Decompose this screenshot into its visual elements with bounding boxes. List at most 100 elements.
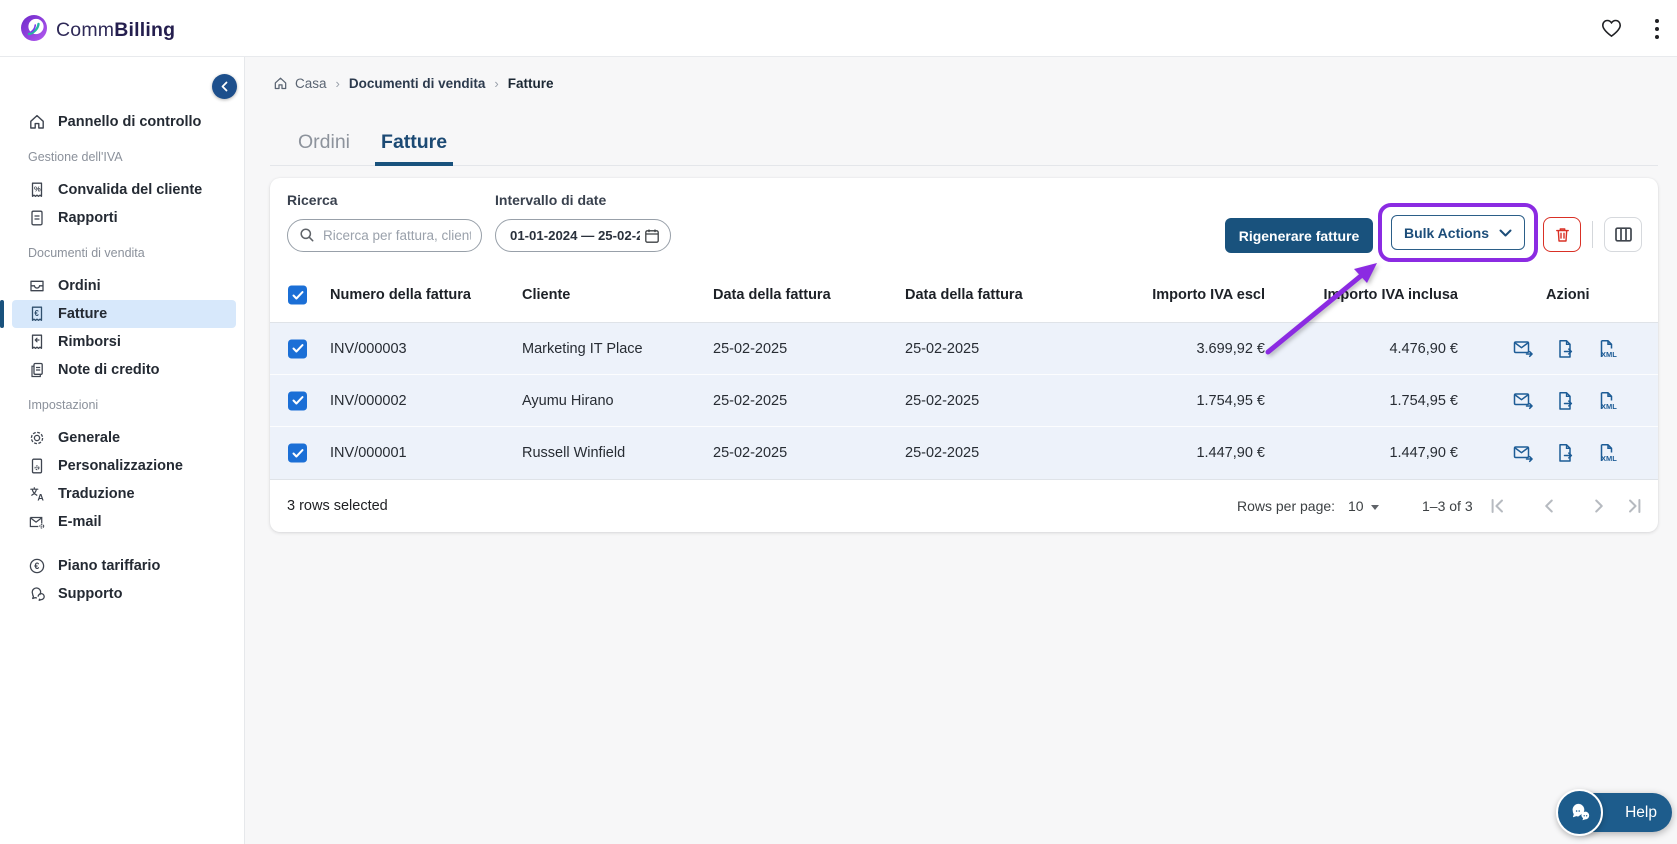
invoices-panel: Ricerca Intervallo di date 01-01-2024 — …: [270, 178, 1658, 532]
rows-per-page-label: Rows per page:: [1237, 498, 1336, 514]
send-email-icon[interactable]: [1513, 339, 1534, 359]
sidebar-item-dashboard[interactable]: Pannello di controllo: [0, 108, 244, 136]
client-cell: Russell Winfield: [522, 445, 626, 461]
home-icon: [274, 77, 287, 89]
col-header-invoice-date-2: Data della fattura: [905, 287, 1023, 303]
overflow-menu-icon[interactable]: [1646, 13, 1668, 45]
date-range-input[interactable]: 01-01-2024 — 25-02-2025: [495, 219, 671, 252]
breadcrumb-home[interactable]: Casa: [273, 76, 327, 91]
chevron-right-icon: ›: [494, 75, 499, 91]
row-checkbox[interactable]: [288, 443, 307, 463]
search-input[interactable]: [287, 219, 482, 252]
receipt-euro-icon: €: [31, 306, 43, 321]
col-header-invoice-date: Data della fattura: [713, 287, 831, 303]
export-file-icon[interactable]: [1555, 339, 1576, 359]
help-label: Help: [1625, 803, 1657, 821]
euro-circle-icon: €: [29, 558, 45, 574]
invoice-date2-cell: 25-02-2025: [905, 445, 980, 461]
trash-icon: [1555, 227, 1569, 242]
date-range-value: 01-01-2024 — 25-02-2025: [510, 228, 640, 243]
receipt-percent-icon: %: [31, 182, 43, 197]
copy-note-icon: [31, 362, 43, 378]
col-header-actions: Azioni: [1546, 287, 1590, 303]
favorites-heart-icon[interactable]: [1596, 15, 1626, 43]
toolbar-divider: [1592, 221, 1593, 248]
next-page-icon[interactable]: [1588, 495, 1610, 517]
previous-page-icon[interactable]: [1538, 495, 1560, 517]
rows-per-page-select[interactable]: 10: [1348, 498, 1379, 514]
invoice-table-body: INV/000003 Marketing IT Place 25-02-2025…: [270, 323, 1658, 479]
topbar: CommBilling: [0, 0, 1677, 57]
invoice-number-cell: INV/000002: [330, 392, 407, 409]
export-file-icon[interactable]: [1555, 443, 1576, 463]
sidebar-item-refunds[interactable]: Rimborsi: [0, 328, 244, 356]
bulk-actions-highlight-box: Bulk Actions: [1378, 203, 1538, 262]
invoice-number-cell: INV/000003: [330, 340, 407, 357]
sidebar-item-email[interactable]: E-mail: [0, 508, 244, 536]
xml-file-icon[interactable]: XML: [1597, 391, 1618, 411]
amount-incl-vat-cell: 1.447,90 €: [1389, 445, 1458, 461]
sidebar-item-credit-notes[interactable]: Note di credito: [0, 356, 244, 384]
invoice-date2-cell: 25-02-2025: [905, 340, 980, 357]
mail-gear-icon: [29, 516, 45, 529]
home-icon: [30, 114, 44, 129]
row-checkbox[interactable]: [288, 391, 307, 410]
invoice-date2-cell: 25-02-2025: [905, 392, 980, 409]
sidebar-section-sales: Documenti di vendita: [28, 246, 145, 260]
amount-excl-vat-cell: 3.699,92 €: [1196, 340, 1265, 357]
sidebar-item-support[interactable]: Supporto: [0, 580, 244, 608]
xml-file-icon[interactable]: XML: [1597, 339, 1618, 359]
chevron-right-icon: ›: [335, 75, 340, 91]
app-screen: CommBilling Pannello di controllo Gestio…: [0, 0, 1677, 844]
col-header-invoice-number: Numero della fattura: [330, 287, 471, 303]
row-checkbox[interactable]: [288, 339, 307, 358]
first-page-icon[interactable]: [1486, 495, 1508, 517]
columns-button[interactable]: [1604, 217, 1642, 252]
sidebar-item-invoices[interactable]: € Fatture: [0, 300, 236, 328]
invoice-date-cell: 25-02-2025: [713, 392, 788, 409]
receipt-return-icon: [31, 334, 43, 349]
xml-file-icon[interactable]: XML: [1597, 443, 1618, 463]
col-header-amount-excl: Importo IVA escl: [1152, 287, 1265, 303]
inbox-icon: [30, 280, 44, 292]
translate-icon: A: [30, 487, 44, 503]
table-row[interactable]: INV/000003 Marketing IT Place 25-02-2025…: [270, 323, 1658, 375]
delete-button[interactable]: [1543, 217, 1581, 252]
sidebar-section-vat: Gestione dell'IVA: [28, 150, 123, 164]
table-row[interactable]: INV/000002 Ayumu Hirano 25-02-2025 25-02…: [270, 375, 1658, 427]
sidebar-collapse-button[interactable]: [212, 74, 237, 99]
send-email-icon[interactable]: [1513, 391, 1534, 411]
brand-name: CommBilling: [56, 19, 176, 41]
invoice-number-cell: INV/000001: [330, 445, 407, 461]
sidebar-item-pricing-plan[interactable]: € Piano tariffario: [0, 552, 244, 580]
sidebar-item-orders[interactable]: Ordini: [0, 272, 244, 300]
sidebar-item-general[interactable]: Generale: [0, 424, 244, 452]
regenerate-invoices-button[interactable]: Rigenerare fatture: [1225, 218, 1373, 253]
sidebar-section-settings: Impostazioni: [28, 398, 99, 412]
brand-logo-icon: [20, 14, 48, 47]
sidebar-item-reports[interactable]: Rapporti: [0, 204, 244, 232]
send-email-icon[interactable]: [1513, 443, 1534, 463]
svg-text:€: €: [34, 309, 39, 318]
svg-text:XML: XML: [1601, 402, 1617, 411]
select-all-checkbox[interactable]: [288, 285, 307, 305]
amount-excl-vat-cell: 1.447,90 €: [1196, 445, 1265, 461]
row-actions: XML: [1513, 339, 1618, 359]
sidebar-item-customization[interactable]: Personalizzazione: [0, 452, 244, 480]
sidebar-item-customer-validation[interactable]: % Convalida del cliente: [0, 176, 244, 204]
col-header-amount-incl: Importo IVA inclusa: [1323, 287, 1458, 303]
breadcrumb-section[interactable]: Documenti di vendita: [349, 76, 486, 91]
sidebar-item-translation[interactable]: A Traduzione: [0, 480, 244, 508]
tab-ordini[interactable]: Ordini: [298, 120, 350, 165]
tab-fatture[interactable]: Fatture: [375, 120, 454, 166]
last-page-icon[interactable]: [1624, 495, 1646, 517]
help-button[interactable]: Help: [1556, 789, 1674, 836]
svg-text:€: €: [34, 561, 39, 571]
rows-selected-text: 3 rows selected: [287, 498, 388, 514]
table-header-row: Numero della fattura Cliente Data della …: [270, 268, 1658, 323]
table-row[interactable]: INV/000001 Russell Winfield 25-02-2025 2…: [270, 427, 1658, 479]
bulk-actions-button[interactable]: Bulk Actions: [1391, 215, 1525, 250]
export-file-icon[interactable]: [1555, 391, 1576, 411]
brand-logo[interactable]: CommBilling: [20, 14, 175, 47]
chat-bubbles-icon: [31, 587, 45, 601]
